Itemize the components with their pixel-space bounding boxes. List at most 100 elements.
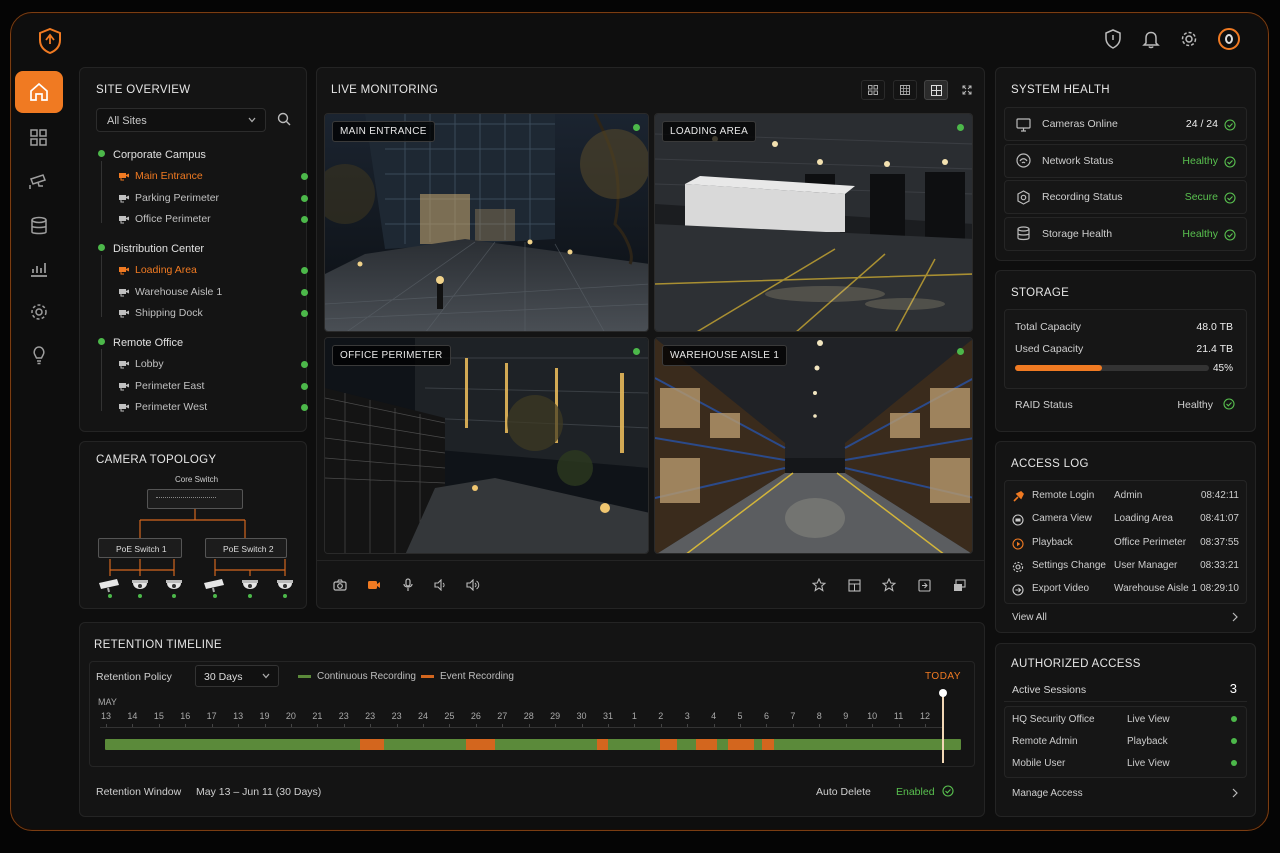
event-recording-segment[interactable] — [360, 739, 385, 750]
poe-switch-1-label: PoE Switch 1 — [116, 544, 167, 554]
sidebar-item-camera[interactable] — [15, 161, 63, 203]
timeline-tick-label: 10 — [867, 711, 878, 721]
access-log-row[interactable]: Playback Office Perimeter 08:37:55 — [1012, 534, 1239, 554]
export-clip-icon[interactable] — [915, 576, 933, 594]
favorite-star-icon[interactable] — [880, 576, 898, 594]
sidebar-item-bulb[interactable] — [15, 334, 63, 376]
poe-switch-1[interactable]: PoE Switch 1 — [98, 538, 182, 558]
site-camera-item[interactable]: Shipping Dock — [118, 307, 308, 319]
access-log-event: Playback — [1032, 536, 1073, 548]
view-all-link[interactable]: View All — [1004, 606, 1247, 628]
sidebar-item-grid[interactable] — [15, 117, 63, 159]
session-row[interactable]: HQ Security Office Live View — [1012, 713, 1239, 729]
today-marker-line[interactable] — [942, 693, 944, 763]
camera-feed-main-entrance[interactable]: MAIN ENTRANCE — [324, 113, 649, 332]
topology-camera-icon[interactable] — [202, 577, 228, 599]
site-camera-item[interactable]: Parking Perimeter — [118, 192, 308, 204]
fullscreen-icon[interactable] — [955, 80, 979, 100]
search-icon[interactable] — [277, 112, 291, 126]
site-group[interactable]: Corporate Campus — [98, 149, 206, 161]
site-camera-item[interactable]: Perimeter West — [118, 401, 308, 413]
site-group[interactable]: Distribution Center — [98, 243, 204, 255]
topology-camera-icon[interactable] — [127, 577, 153, 599]
live-monitoring-title: LIVE MONITORING — [331, 84, 439, 96]
layout-icon[interactable] — [845, 576, 863, 594]
health-row[interactable]: Cameras Online 24 / 24 — [1004, 107, 1247, 141]
camera-status-dot — [633, 124, 640, 131]
multi-view-icon[interactable] — [950, 576, 968, 594]
retention-policy-select[interactable]: 30 Days — [195, 665, 279, 687]
topology-camera-icon[interactable] — [237, 577, 263, 599]
manage-access-link[interactable]: Manage Access — [1004, 781, 1247, 805]
snapshot-icon[interactable] — [331, 576, 349, 594]
sidebar-item-database[interactable] — [15, 205, 63, 247]
volume-high-icon[interactable] — [464, 576, 482, 594]
timeline-tick-label: 5 — [737, 711, 743, 721]
shield-logo-icon[interactable] — [38, 28, 64, 54]
event-recording-segment[interactable] — [695, 739, 718, 750]
record-icon[interactable] — [365, 576, 383, 594]
shield-icon[interactable] — [1100, 26, 1126, 52]
site-camera-item[interactable]: Office Perimeter — [118, 213, 308, 225]
gear-icon[interactable] — [1176, 26, 1202, 52]
health-row[interactable]: Storage Health Healthy — [1004, 216, 1247, 251]
timeline-bar[interactable] — [105, 739, 961, 750]
event-recording-segment[interactable] — [762, 739, 774, 750]
health-row-label: Recording Status — [1042, 191, 1123, 203]
site-camera-item[interactable]: Loading Area — [118, 264, 308, 276]
site-camera-label: Perimeter East — [135, 379, 205, 392]
health-row-value: Healthy — [1182, 227, 1218, 240]
health-row-value: Healthy — [1182, 154, 1218, 167]
event-recording-segment[interactable] — [728, 739, 754, 750]
site-camera-item[interactable]: Perimeter East — [118, 379, 308, 392]
session-row[interactable]: Mobile User Live View — [1012, 757, 1239, 773]
poe-switch-2[interactable]: PoE Switch 2 — [205, 538, 287, 558]
bookmark-star-icon[interactable] — [810, 576, 828, 594]
chevron-right-icon — [1231, 788, 1239, 798]
playback-controls — [316, 560, 985, 561]
sidebar-item-settings[interactable] — [15, 291, 63, 333]
site-select[interactable]: All Sites — [96, 108, 266, 132]
access-log-row[interactable]: Settings Change User Manager 08:33:21 — [1012, 557, 1239, 577]
sidebar-item-chart[interactable] — [15, 248, 63, 290]
event-recording-segment[interactable] — [659, 739, 677, 750]
site-camera-item[interactable]: Warehouse Aisle 1 — [118, 286, 308, 298]
access-log-row[interactable]: Remote Login Admin 08:42:11 — [1012, 487, 1239, 507]
bell-icon[interactable] — [1138, 26, 1164, 52]
event-recording-segment[interactable] — [466, 739, 496, 750]
auto-delete-value: Enabled — [896, 786, 935, 798]
access-log-row[interactable]: Camera View Loading Area 08:41:07 — [1012, 510, 1239, 530]
grid-quad-icon[interactable] — [924, 80, 948, 100]
camera-feed-warehouse-aisle-1[interactable]: WAREHOUSE AISLE 1 — [654, 337, 973, 554]
volume-low-icon[interactable] — [432, 576, 450, 594]
microphone-icon[interactable] — [399, 576, 417, 594]
camera-icon — [118, 402, 130, 412]
access-log-subject: Office Perimeter — [1114, 536, 1187, 548]
site-group[interactable]: Remote Office — [98, 337, 183, 349]
health-row[interactable]: Network Status Healthy — [1004, 143, 1247, 178]
legend-continuous-label: Continuous Recording — [317, 671, 416, 682]
grid-small-icon[interactable] — [861, 80, 885, 100]
topology-camera-icon[interactable] — [97, 577, 123, 599]
event-recording-segment[interactable] — [597, 739, 609, 750]
today-marker-handle[interactable] — [939, 689, 947, 697]
camera-feed-loading-area[interactable]: LOADING AREA — [654, 113, 973, 332]
access-log-row[interactable]: Export Video Warehouse Aisle 1 08:29:10 — [1012, 580, 1239, 600]
raid-status-label: RAID Status — [1015, 399, 1073, 411]
topology-camera-icon[interactable] — [272, 577, 298, 599]
site-camera-item[interactable]: Lobby — [118, 358, 308, 370]
camera-status-dot — [301, 382, 308, 390]
grid-medium-icon[interactable] — [893, 80, 917, 100]
camera-label-loading-area: LOADING AREA — [662, 121, 757, 142]
health-row[interactable]: Recording Status Secure — [1004, 180, 1247, 214]
sidebar-item-home[interactable] — [15, 71, 63, 113]
session-row[interactable]: Remote Admin Playback — [1012, 735, 1239, 751]
storage-progress-fill — [1015, 365, 1103, 371]
session-status-dot — [1231, 716, 1237, 722]
site-camera-item[interactable]: Main Entrance — [118, 170, 308, 182]
timeline-tick-label: 25 — [444, 711, 455, 721]
topology-camera-icon[interactable] — [161, 577, 187, 599]
profile-icon[interactable] — [1218, 28, 1240, 50]
camera-feed-office-perimeter[interactable]: OFFICE PERIMETER — [324, 337, 649, 554]
timeline-tick-label: 31 — [602, 711, 613, 721]
